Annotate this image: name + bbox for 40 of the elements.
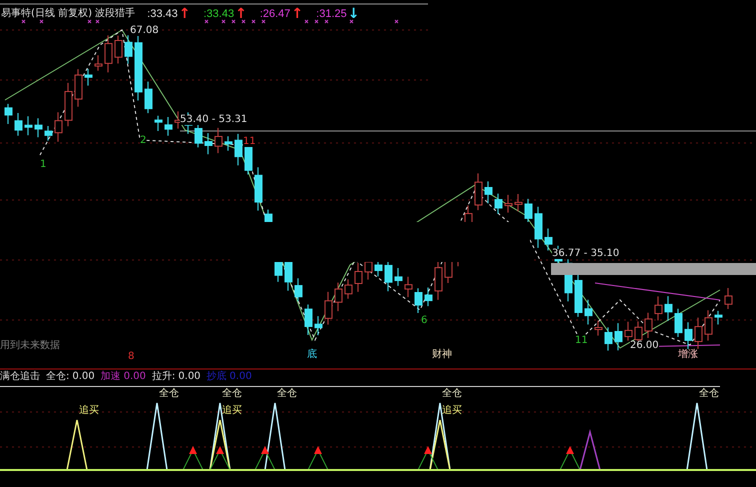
signal-label: 全仓 <box>159 389 179 399</box>
indicator-value: :31.25 <box>316 8 347 20</box>
chart-label: 财神 <box>432 350 452 360</box>
field-label: 抄底 <box>206 372 227 382</box>
field-value: 0.00 <box>72 372 95 382</box>
field-label: 加速 <box>100 372 121 382</box>
indicator-value: :26.47 <box>260 8 290 20</box>
field-value: 0.00 <box>178 372 201 382</box>
indicator-title: 满仓追击 <box>0 372 40 382</box>
chart-label: 11 <box>575 336 588 346</box>
trend-arrow: ↑ <box>290 7 304 21</box>
chart-label: 用到未来数据 <box>0 341 60 351</box>
chart-label: 底 <box>307 350 317 360</box>
chart-label: 1 <box>40 160 46 170</box>
chart-label: 8 <box>128 352 134 362</box>
chart-label: 6 <box>421 316 428 326</box>
field-value: 0.00 <box>230 372 252 382</box>
chart-label: 11 <box>243 137 256 147</box>
chart-label: 26.00 <box>630 341 659 351</box>
field-label: 全仓: <box>46 372 70 382</box>
chart-label: 增涨 <box>678 350 698 360</box>
chart-title: 易事特(日线 前复权) 波段猎手 <box>1 9 136 19</box>
chart-label: 36.77 - 35.10 <box>552 249 620 259</box>
signal-label: 追买 <box>79 406 99 416</box>
signal-label: 追买 <box>222 406 242 416</box>
indicator-value: :33.43 <box>204 8 234 20</box>
chart-label: 53.40 - 53.31 <box>180 115 248 125</box>
field-label: 拉升: <box>152 372 176 382</box>
signal-label: 全仓 <box>277 389 297 399</box>
chart-label: 67.08 <box>130 26 159 36</box>
trend-arrow: ↑ <box>234 7 248 21</box>
field-value: 0.00 <box>124 372 146 382</box>
signal-label: 全仓 <box>699 389 719 399</box>
signal-label: 追买 <box>442 406 462 416</box>
trend-arrow: ↑ <box>178 7 192 21</box>
chart-label: 2 <box>140 136 146 146</box>
trend-arrow: ↓ <box>346 7 360 21</box>
signal-label: 全仓 <box>442 389 462 399</box>
indicator-value: :33.43 <box>147 8 178 20</box>
signal-label: 全仓 <box>222 389 242 399</box>
